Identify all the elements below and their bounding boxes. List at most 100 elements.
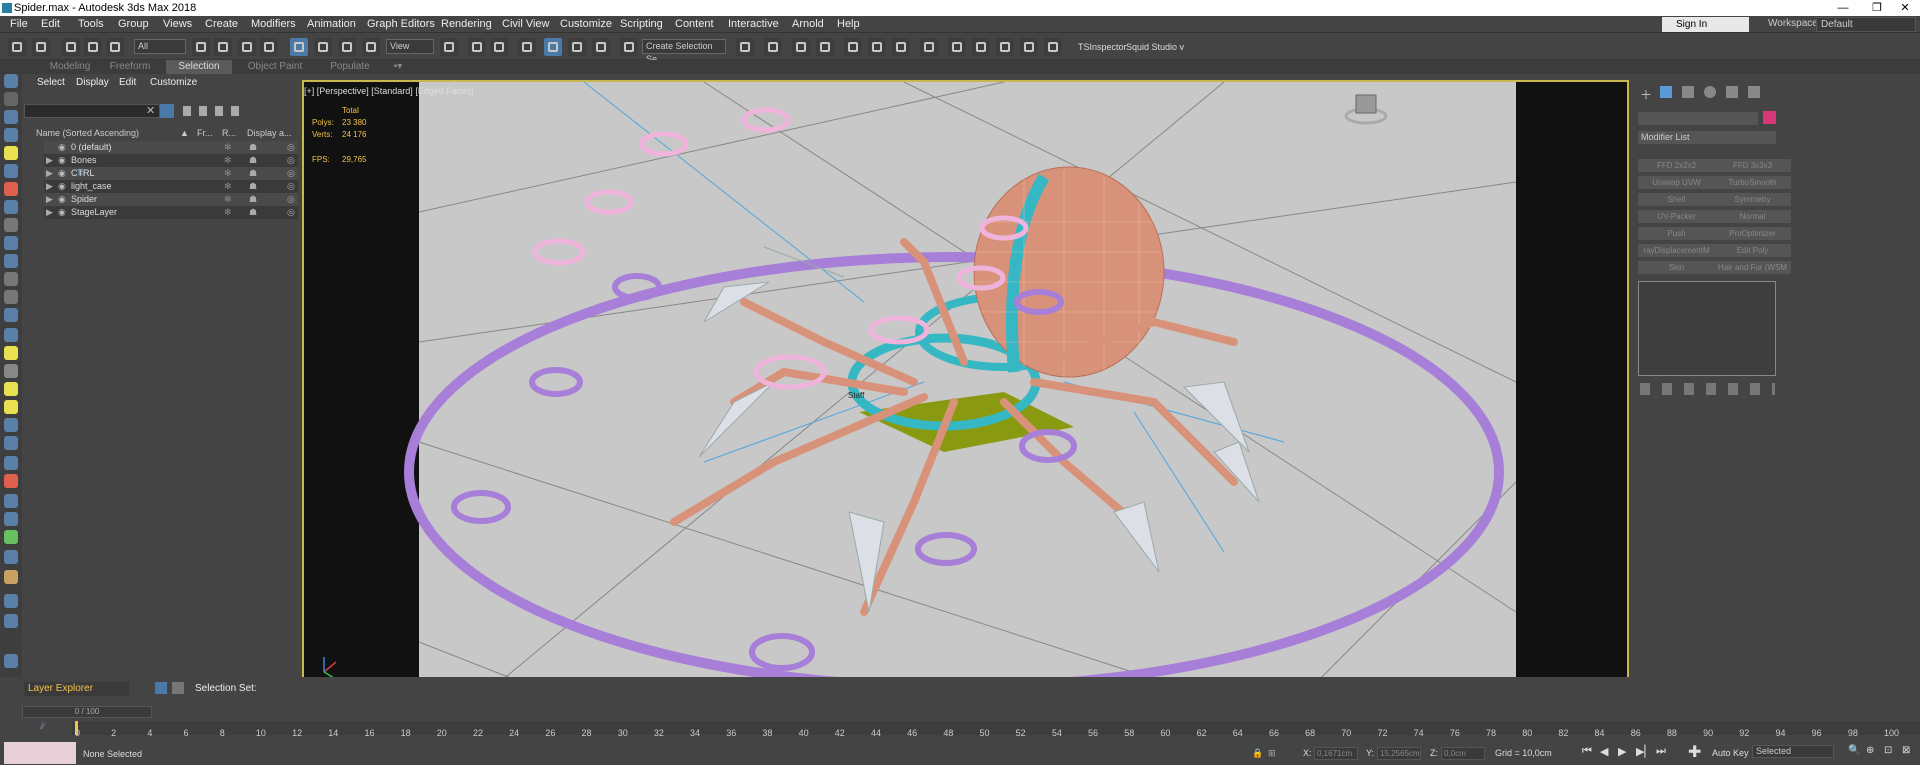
scene-tab-edit[interactable]: Edit [119, 77, 136, 88]
toggle-ribbon-icon[interactable] [844, 38, 862, 56]
hand-icon[interactable] [4, 570, 18, 584]
layer-row-light-case[interactable]: ▶ ◉ light_case ✻ ☗ ◎ [44, 180, 298, 193]
scene-search-input[interactable] [24, 104, 160, 118]
leaf-icon[interactable] [4, 530, 18, 544]
select-scale-icon[interactable] [338, 38, 356, 56]
layer-explorer-icon[interactable] [816, 38, 834, 56]
display-icon[interactable]: ◎ [287, 154, 295, 167]
spinner-snap-icon[interactable] [592, 38, 610, 56]
freeze-icon[interactable]: ✻ [224, 206, 232, 219]
selection-set-dropdown[interactable]: Create Selection Se [642, 39, 726, 64]
render-icon[interactable]: ☗ [249, 141, 257, 154]
eye-icon[interactable]: ◉ [58, 167, 66, 180]
frozen-filter-icon[interactable] [4, 290, 18, 304]
object-name-input[interactable] [1638, 112, 1758, 125]
scene-tab-customize[interactable]: Customize [150, 77, 197, 88]
mod-normal[interactable]: Normal [1714, 210, 1791, 223]
xref-filter-icon[interactable] [4, 236, 18, 250]
snaps-toggle-icon[interactable] [518, 38, 536, 56]
auto-key-button[interactable]: Auto Key [1712, 748, 1749, 758]
display-icon[interactable]: ◎ [287, 206, 295, 219]
x-coord-input[interactable]: 0,1671cm [1314, 747, 1358, 760]
freeze-icon[interactable]: ✻ [224, 141, 232, 154]
tool-icon[interactable] [4, 550, 18, 564]
menu-file[interactable]: File [10, 18, 28, 30]
layer-settings-icon[interactable] [172, 682, 184, 694]
sphere-icon[interactable] [4, 328, 18, 342]
render-setup-icon[interactable] [948, 38, 966, 56]
key-mode-dropdown[interactable]: Selected [1752, 745, 1834, 758]
mod-prooptimizer[interactable]: ProOptimizer [1714, 227, 1791, 240]
freeze-icon[interactable]: ✻ [224, 154, 232, 167]
mod-symmetry[interactable]: Symmetry [1714, 193, 1791, 206]
align-icon[interactable] [764, 38, 782, 56]
goto-start-icon[interactable]: ⏮ [1582, 745, 1592, 758]
set-key-icon[interactable]: ✚ [1688, 742, 1701, 762]
zoom-all-icon[interactable]: ⊕ [1866, 745, 1874, 756]
helper-filter-icon[interactable] [4, 182, 18, 196]
mod-push[interactable]: Push [1638, 227, 1715, 240]
menu-customize[interactable]: Customize [560, 18, 612, 30]
schematic-view-icon[interactable] [892, 38, 910, 56]
mod-skin[interactable]: Skin [1638, 261, 1715, 274]
close-button[interactable]: ✕ [1888, 0, 1920, 16]
rect-selection-icon[interactable] [238, 38, 256, 56]
zoom-icon[interactable]: 🔍 [1848, 745, 1860, 756]
mod-uv-packer[interactable]: UV-Packer [1638, 210, 1715, 223]
menu-help[interactable]: Help [837, 18, 860, 30]
menu-group[interactable]: Group [118, 18, 149, 30]
mod-turbosmooth[interactable]: TurboSmooth [1714, 176, 1791, 189]
select-manipulate-icon[interactable] [468, 38, 486, 56]
field-of-view-icon[interactable]: ⊠ [1902, 745, 1910, 756]
teapot-icon[interactable] [4, 400, 18, 414]
time-slider[interactable]: 0 / 100 [22, 706, 152, 718]
curve-editor-icon[interactable] [868, 38, 886, 56]
menu-arnold[interactable]: Arnold [792, 18, 824, 30]
layer-explorer-icon[interactable] [155, 682, 167, 694]
timeline-toggle-icon[interactable]: ⅈ∕ [40, 721, 45, 732]
particle-icon[interactable] [4, 418, 18, 432]
perspective-viewport[interactable]: Staff [302, 80, 1629, 697]
object-color-swatch[interactable] [1763, 111, 1776, 124]
eye-icon[interactable]: ◉ [58, 193, 66, 206]
tab-populate[interactable]: Populate [315, 60, 385, 74]
eye-icon[interactable]: ◉ [58, 141, 66, 154]
play-icon[interactable]: ▶ [1618, 745, 1626, 758]
hidden-filter-icon[interactable] [4, 308, 18, 322]
group-filter-icon[interactable] [4, 218, 18, 232]
hierarchy-icon[interactable] [4, 92, 18, 106]
select-rotate-icon[interactable] [314, 38, 332, 56]
scene-tool-icons[interactable] [183, 106, 247, 116]
unlink-icon[interactable] [84, 38, 102, 56]
rendered-frame-icon[interactable] [972, 38, 990, 56]
pivot-center-icon[interactable] [440, 38, 458, 56]
viewport-label[interactable]: [+] [Perspective] [Standard] [Edged Face… [304, 86, 473, 96]
window-crossing-icon[interactable] [260, 38, 278, 56]
utilities-tab-icon[interactable] [1748, 86, 1760, 98]
squid-studio-label[interactable]: Squid Studio v [1126, 42, 1184, 52]
scene-explorer-icon[interactable] [792, 38, 810, 56]
menu-edit[interactable]: Edit [41, 18, 60, 30]
mirror-icon[interactable] [736, 38, 754, 56]
eye-icon[interactable]: ◉ [58, 206, 66, 219]
freeze-icon[interactable]: ✻ [224, 167, 232, 180]
modifier-list-dropdown[interactable]: Modifier List [1638, 131, 1776, 144]
hierarchy-tab-icon[interactable] [1682, 86, 1694, 98]
select-place-icon[interactable] [362, 38, 380, 56]
render-icon[interactable]: ☗ [249, 154, 257, 167]
layer-row-ctrl[interactable]: ▶ ◉ ≋ CTRL ✻ ☗ ◎ [44, 167, 298, 180]
display-icon[interactable]: ◎ [287, 167, 295, 180]
timeline-track[interactable] [72, 721, 1920, 735]
wave-icon[interactable] [4, 456, 18, 470]
bind-space-warp-icon[interactable] [106, 38, 124, 56]
sphere-render-icon[interactable] [4, 594, 18, 608]
layers-icon[interactable] [4, 110, 18, 124]
z-coord-input[interactable]: 0,0cm [1441, 747, 1485, 760]
render-iterative-icon[interactable] [1020, 38, 1038, 56]
menu-civil-view[interactable]: Civil View [502, 18, 549, 30]
display-all-icon[interactable] [4, 128, 18, 142]
layer-row-default[interactable]: ◉ 0 (default) ✻ ☗ ◎ [44, 141, 298, 154]
scene-tab-display[interactable]: Display [76, 77, 109, 88]
container-filter-icon[interactable] [4, 272, 18, 286]
col-display[interactable]: Display a... [247, 128, 292, 138]
